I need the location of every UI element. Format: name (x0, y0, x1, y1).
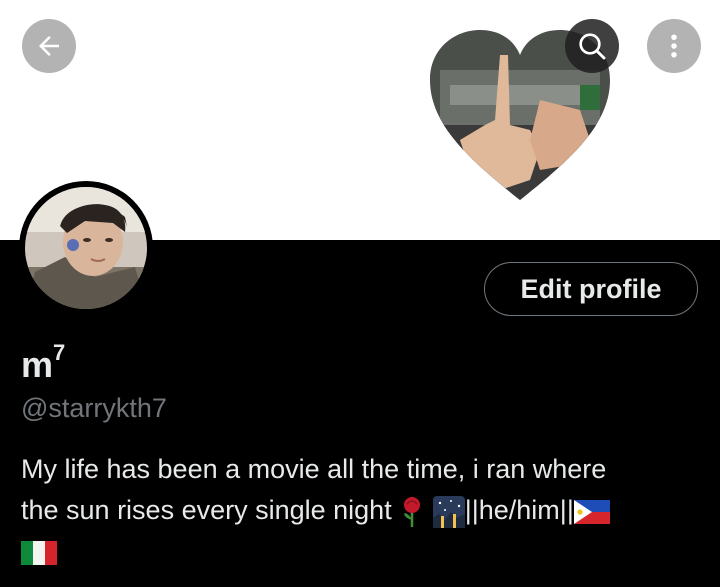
bio-pronouns: ||he/him|| (464, 495, 574, 525)
edit-profile-button[interactable]: Edit profile (484, 262, 698, 316)
avatar[interactable] (19, 181, 153, 315)
search-icon (579, 33, 606, 60)
back-button[interactable] (22, 19, 76, 73)
more-options-button[interactable] (647, 19, 701, 73)
avatar-image (25, 187, 147, 309)
bio-line-3 (21, 531, 701, 572)
rose-emoji-icon (404, 496, 421, 527)
display-name-text: m (21, 344, 54, 385)
display-name-superscript: 7 (53, 340, 66, 365)
profile-bio: My life has been a movie all the time, i… (21, 449, 701, 572)
bio-line-2-text: the sun rises every single night (21, 495, 392, 525)
bio-line-2: the sun rises every single night ||he/hi… (21, 490, 701, 531)
philippines-flag-icon (573, 499, 610, 524)
profile-handle: @starrykth7 (21, 393, 167, 423)
search-button[interactable] (565, 19, 619, 73)
arrow-left-icon (39, 36, 59, 56)
italy-flag-icon (21, 540, 57, 565)
more-vertical-icon (671, 34, 677, 58)
night-sky-emoji-icon (432, 495, 465, 528)
bio-line-1: My life has been a movie all the time, i… (21, 454, 607, 484)
profile-display-name: m7 (21, 335, 65, 387)
